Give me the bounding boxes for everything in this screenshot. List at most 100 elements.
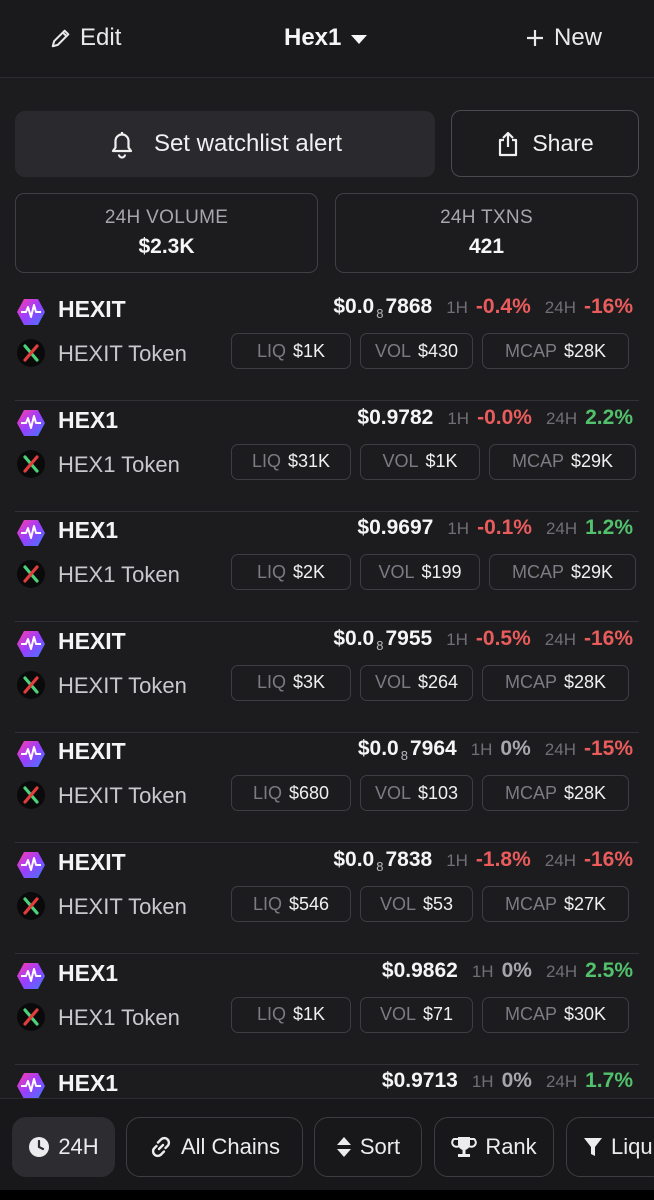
pill-value: $2K [292, 561, 326, 582]
pill-value: $680 [288, 782, 330, 803]
token-stats-pills: LIQ $546 VOL $53 MCAP $27K [231, 886, 629, 922]
token-row[interactable]: HEXIT HEXIT Token $0.0 87955 1H -0.5% 24H -16% L… [0, 622, 654, 733]
token-symbol: HEXIT [58, 738, 126, 765]
price-main: $0.0 [357, 737, 399, 761]
token-symbol: HEXIT [58, 849, 126, 875]
trophy-icon [451, 1137, 478, 1157]
change-24h: 2.5% [585, 958, 633, 982]
price-tail: 7868 [385, 295, 433, 318]
token-metrics: $0.0 87838 1H -1.8% 24H -16% [333, 848, 633, 874]
pill-key: LIQ [256, 561, 286, 582]
token-stats-pills: LIQ $1K VOL $430 MCAP $28K [231, 333, 629, 369]
chain-x-icon [17, 781, 45, 810]
pill-key: LIQ [252, 782, 282, 803]
change-24h: -16% [583, 848, 633, 871]
token-symbol: HEX1 [58, 517, 119, 544]
timeframe-1h-label: 1H [446, 298, 468, 317]
token-symbol: HEX1 [58, 1070, 119, 1097]
price-main: $0.0 [333, 848, 375, 871]
timeframe-filter-button[interactable]: 24H [12, 1117, 115, 1177]
hex-token-icon [17, 520, 45, 547]
token-symbol: HEX1 [58, 959, 119, 986]
pill-key: LIQ [256, 672, 286, 693]
volume-pill: VOL $199 [360, 554, 480, 591]
chains-filter-button[interactable]: All Chains [126, 1117, 303, 1177]
stat-label: 24H TXNS [440, 207, 533, 228]
edit-button[interactable]: Edit [50, 24, 121, 52]
timeframe-24h-label: 24H [544, 851, 576, 870]
token-name: HEXIT Token [58, 894, 187, 919]
price-main: $0.9697 [357, 516, 434, 540]
token-row[interactable]: HEXIT HEXIT Token $0.0 87868 1H -0.4% 24H -16% L… [0, 290, 654, 401]
token-stats-pills: LIQ $3K VOL $264 MCAP $28K [231, 664, 629, 701]
mcap-pill: MCAP $28K [482, 664, 629, 701]
token-row[interactable]: HEXIT HEXIT Token $0.0 87964 1H 0% 24H -15% LIQ $… [0, 732, 654, 844]
token-row[interactable]: HEX1 HEX1 Token $0.9697 1H -0.1% 24H 1.2% LIQ $2… [0, 511, 654, 623]
token-price: $0.0 87955 [333, 627, 432, 653]
pill-value: $1K [292, 1004, 326, 1025]
pill-value: $546 [288, 893, 330, 914]
home-indicator-strip [0, 1190, 654, 1200]
filter-label: Sort [359, 1134, 401, 1159]
liquidity-filter-button[interactable]: Liqu [566, 1117, 654, 1177]
timeframe-24h-label: 24H [545, 961, 578, 981]
volume-pill: VOL $264 [360, 664, 473, 701]
change-24h: 2.2% [585, 405, 633, 429]
share-button[interactable]: Share [451, 110, 639, 177]
token-row[interactable]: HEXIT HEXIT Token $0.0 87838 1H -1.8% 24H -16% L… [0, 843, 654, 954]
price-main: $0.0 [333, 626, 375, 650]
token-stats-pills: LIQ $680 VOL $103 MCAP $28K [231, 775, 629, 812]
set-watchlist-alert-button[interactable]: Set watchlist alert [15, 111, 435, 177]
pill-value: $1K [292, 340, 326, 361]
filter-label: All Chains [180, 1134, 281, 1159]
timeframe-24h-label: 24H [545, 519, 578, 539]
volume-stat-card: 24H VOLUME $2.3K [15, 193, 318, 273]
change-24h: 1.2% [585, 516, 633, 540]
token-price: $0.9697 [357, 516, 433, 540]
token-row[interactable]: HEX1 HEX1 Token $0.9782 1H -0.0% 24H 2.2% LIQ $3… [0, 401, 654, 512]
hex-token-icon [17, 630, 45, 657]
hex-token-icon [17, 962, 45, 989]
price-main: $0.9862 [381, 958, 458, 982]
token-metrics: $0.9713 1H 0% 24H 1.7% [382, 1069, 633, 1093]
price-zero-count: 8 [376, 306, 384, 321]
share-icon [499, 131, 518, 156]
timeframe-24h-label: 24H [544, 298, 576, 317]
plus-icon [526, 30, 543, 46]
pill-value: $28K [563, 672, 607, 693]
new-label: New [553, 24, 602, 51]
timeframe-1h-label: 1H [471, 961, 494, 981]
token-price: $0.0 87838 [333, 848, 432, 874]
token-metrics: $0.0 87868 1H -0.4% 24H -16% [333, 295, 633, 321]
timeframe-1h-label: 1H [446, 851, 468, 870]
mcap-pill: MCAP $28K [482, 775, 629, 812]
pill-key: MCAP [504, 782, 557, 803]
change-1h: -0.5% [475, 626, 531, 650]
new-button[interactable]: New [526, 24, 602, 52]
liquidity-pill: LIQ $2K [231, 554, 351, 591]
link-icon [151, 1136, 171, 1158]
share-label: Share [532, 130, 594, 156]
pill-key: VOL [374, 672, 411, 693]
watchlist-selector[interactable]: Hex1 [284, 24, 368, 52]
mcap-pill: MCAP $29K [489, 443, 636, 480]
pill-key: LIQ [251, 451, 281, 472]
change-1h: 0% [500, 737, 531, 761]
filter-label: Liqu [611, 1134, 653, 1159]
pill-key: VOL [374, 782, 411, 803]
chain-x-icon [17, 560, 45, 589]
pill-value: $71 [422, 1004, 454, 1025]
pill-value: $30K [563, 1004, 607, 1025]
chain-x-icon [17, 1002, 45, 1031]
timeframe-1h-label: 1H [446, 629, 468, 649]
token-row[interactable]: HEX1 HEX1 Token $0.9862 1H 0% 24H 2.5% LIQ $1K VO… [0, 954, 654, 1065]
token-metrics: $0.9782 1H -0.0% 24H 2.2% [357, 406, 633, 430]
pill-value: $28K [563, 340, 607, 361]
rank-filter-button[interactable]: Rank [434, 1117, 554, 1177]
price-main: $0.9713 [381, 1069, 458, 1093]
change-1h: -0.1% [477, 516, 532, 540]
token-price: $0.9713 [382, 1069, 458, 1093]
liquidity-pill: LIQ $1K [231, 996, 351, 1033]
sort-button[interactable]: Sort [314, 1117, 422, 1177]
pill-value: $31K [287, 451, 331, 472]
